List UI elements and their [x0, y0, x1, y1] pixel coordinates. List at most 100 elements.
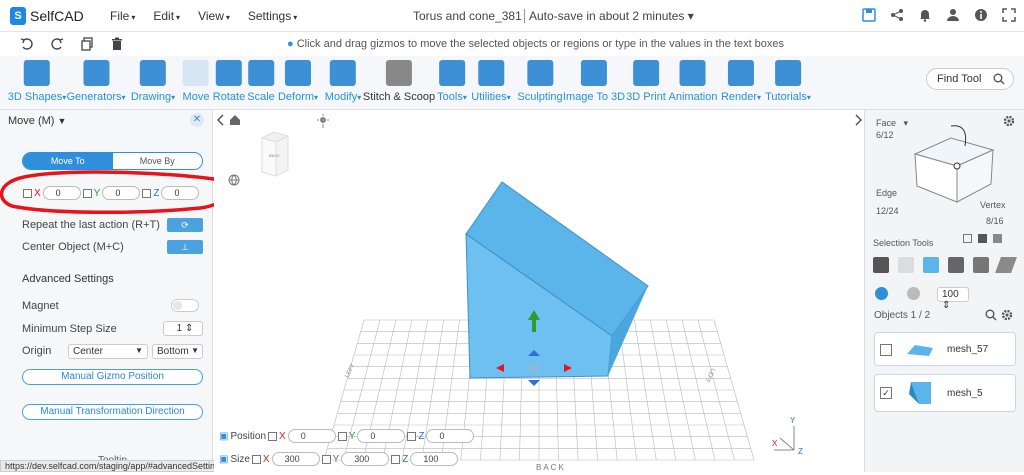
dropdown-caret-icon: ▾ — [171, 93, 176, 102]
select-object-icon[interactable] — [873, 257, 889, 273]
min-step-label: Minimum Step Size — [22, 323, 117, 335]
object-row-mesh-57[interactable]: mesh_57 — [874, 332, 1016, 366]
notifications-icon[interactable] — [918, 8, 932, 22]
tool-move[interactable]: Move — [183, 60, 209, 103]
3d-viewport[interactable]: BACK Y X Z BACK LEFT LEFT — [214, 110, 864, 472]
size-x-checkbox[interactable] — [251, 454, 261, 464]
collapse-left-icon[interactable] — [215, 113, 227, 127]
tool-sculpting[interactable]: Sculpting — [517, 60, 563, 103]
origin-vertical-select[interactable]: Bottom ▼ — [152, 344, 203, 359]
tool-tools[interactable]: Tools▾ — [437, 60, 467, 103]
pos-x-checkbox[interactable] — [268, 431, 278, 441]
undo-icon[interactable] — [20, 37, 34, 51]
size-y-input[interactable]: 300 — [341, 452, 390, 466]
fullscreen-icon[interactable] — [1002, 8, 1016, 22]
panel-settings-icon[interactable] — [1003, 115, 1015, 127]
menu-view[interactable]: View — [198, 9, 230, 23]
menu-settings[interactable]: Settings — [248, 9, 297, 23]
pos-y-input[interactable]: 0 — [357, 429, 406, 443]
center-label: Center Object (M+C) — [22, 241, 124, 253]
brush-soft-icon[interactable] — [907, 287, 920, 300]
manual-gizmo-button[interactable]: Manual Gizmo Position — [22, 369, 203, 385]
app-name: SelfCAD — [30, 7, 84, 24]
tool-label: Deform — [277, 91, 315, 103]
info-icon[interactable] — [974, 8, 988, 22]
center-button[interactable]: ⊥ — [167, 240, 203, 254]
select-faces-icon[interactable] — [898, 257, 914, 273]
tool-utilities[interactable]: Utilities▾ — [471, 60, 511, 103]
tab-move-to[interactable]: Move To — [23, 153, 113, 169]
document-title[interactable]: Torus and cone_381 — [413, 9, 522, 23]
user-icon[interactable] — [946, 8, 960, 22]
redo-icon[interactable] — [50, 37, 64, 51]
object-checkbox-checked[interactable]: ✓ — [880, 387, 892, 399]
selection-mode-cube[interactable] — [907, 124, 1007, 208]
light-icon[interactable] — [316, 114, 330, 128]
save-icon[interactable] — [862, 8, 876, 22]
advanced-settings-label[interactable]: Advanced Settings — [22, 273, 114, 285]
tool-drawing-icon — [140, 60, 166, 86]
tool-image-to-3d[interactable]: Image To 3D — [563, 60, 625, 103]
tool-3d-shapes[interactable]: 3D Shapes▾ — [8, 60, 66, 103]
size-z-input[interactable]: 100 — [410, 452, 459, 466]
collapse-right-icon[interactable] — [852, 113, 864, 127]
select-edges-icon[interactable] — [948, 257, 964, 273]
size-z-checkbox[interactable] — [391, 454, 401, 464]
tool-modify[interactable]: Modify▾ — [325, 60, 361, 103]
copy-icon[interactable] — [80, 37, 94, 51]
object-row-mesh-5[interactable]: ✓ mesh_5 — [874, 374, 1016, 412]
menu-edit[interactable]: Edit — [153, 9, 180, 23]
share-icon[interactable] — [890, 8, 904, 22]
manual-direction-button[interactable]: Manual Transformation Direction — [22, 404, 203, 420]
repeat-button[interactable]: ⟳ — [167, 218, 203, 232]
tool-tutorials[interactable]: Tutorials▾ — [765, 60, 811, 103]
find-tool-input[interactable]: Find Tool — [926, 68, 1014, 90]
pos-y-checkbox[interactable] — [337, 431, 347, 441]
object-checkbox[interactable] — [880, 344, 892, 356]
select-loop-icon[interactable] — [973, 257, 989, 273]
magnet-toggle[interactable] — [171, 299, 199, 312]
tool-deform[interactable]: Deform▾ — [278, 60, 318, 103]
delete-icon[interactable] — [110, 37, 124, 51]
selfcad-logo[interactable]: S SelfCAD — [10, 6, 90, 25]
panel-title[interactable]: Move (M) ▼ — [8, 115, 66, 127]
tool-3d-print[interactable]: 3D Print — [626, 60, 666, 103]
view-cube[interactable]: BACK — [260, 131, 290, 177]
pos-x-input[interactable]: 0 — [287, 429, 336, 443]
select-all-icon[interactable] — [978, 234, 987, 243]
select-area-icon[interactable] — [963, 234, 972, 243]
tool-render[interactable]: Render▾ — [721, 60, 761, 103]
pos-z-input[interactable]: 0 — [426, 429, 475, 443]
tool-generators[interactable]: Generators▾ — [66, 60, 126, 103]
face-label[interactable]: Face ▾ — [876, 118, 908, 129]
tool-scale[interactable]: Scale — [247, 60, 275, 103]
size-x-input[interactable]: 300 — [271, 452, 320, 466]
brush-size-input[interactable]: 100 ⇕ — [937, 287, 969, 311]
origin-h-value: Center — [73, 346, 104, 357]
vertex-label[interactable]: Vertex — [980, 200, 1006, 210]
select-plane-icon[interactable] — [995, 257, 1017, 273]
close-panel-button[interactable]: ✕ — [190, 113, 204, 127]
tab-move-by[interactable]: Move By — [112, 153, 202, 169]
brush-circle-icon[interactable] — [875, 287, 888, 300]
home-icon[interactable] — [229, 114, 241, 126]
tool-stitch-scoop[interactable]: Stitch & Scoop — [363, 60, 435, 103]
select-invert-icon[interactable] — [993, 234, 1002, 243]
pos-z-checkbox[interactable] — [407, 431, 417, 441]
globe-icon[interactable] — [228, 174, 240, 186]
axis-z-label: Z — [798, 447, 803, 456]
tool-rotate[interactable]: Rotate — [213, 60, 245, 103]
objects-settings-icon[interactable] — [1001, 309, 1013, 321]
tool-drawing[interactable]: Drawing▾ — [131, 60, 175, 103]
top-right-icons — [862, 8, 1016, 22]
min-step-input[interactable]: 1 ⇕ — [163, 321, 203, 336]
menu-file[interactable]: File — [110, 9, 135, 23]
edge-count: 12/24 — [876, 206, 899, 216]
select-region-icon[interactable] — [923, 257, 939, 273]
origin-horizontal-select[interactable]: Center ▼ — [68, 344, 148, 359]
edge-label[interactable]: Edge — [876, 188, 897, 198]
search-objects-icon[interactable] — [985, 309, 997, 321]
tool-animation[interactable]: Animation — [669, 60, 717, 103]
size-y-checkbox[interactable] — [321, 454, 331, 464]
autosave-status[interactable]: Auto-save in about 2 minutes ▾ — [524, 9, 694, 23]
